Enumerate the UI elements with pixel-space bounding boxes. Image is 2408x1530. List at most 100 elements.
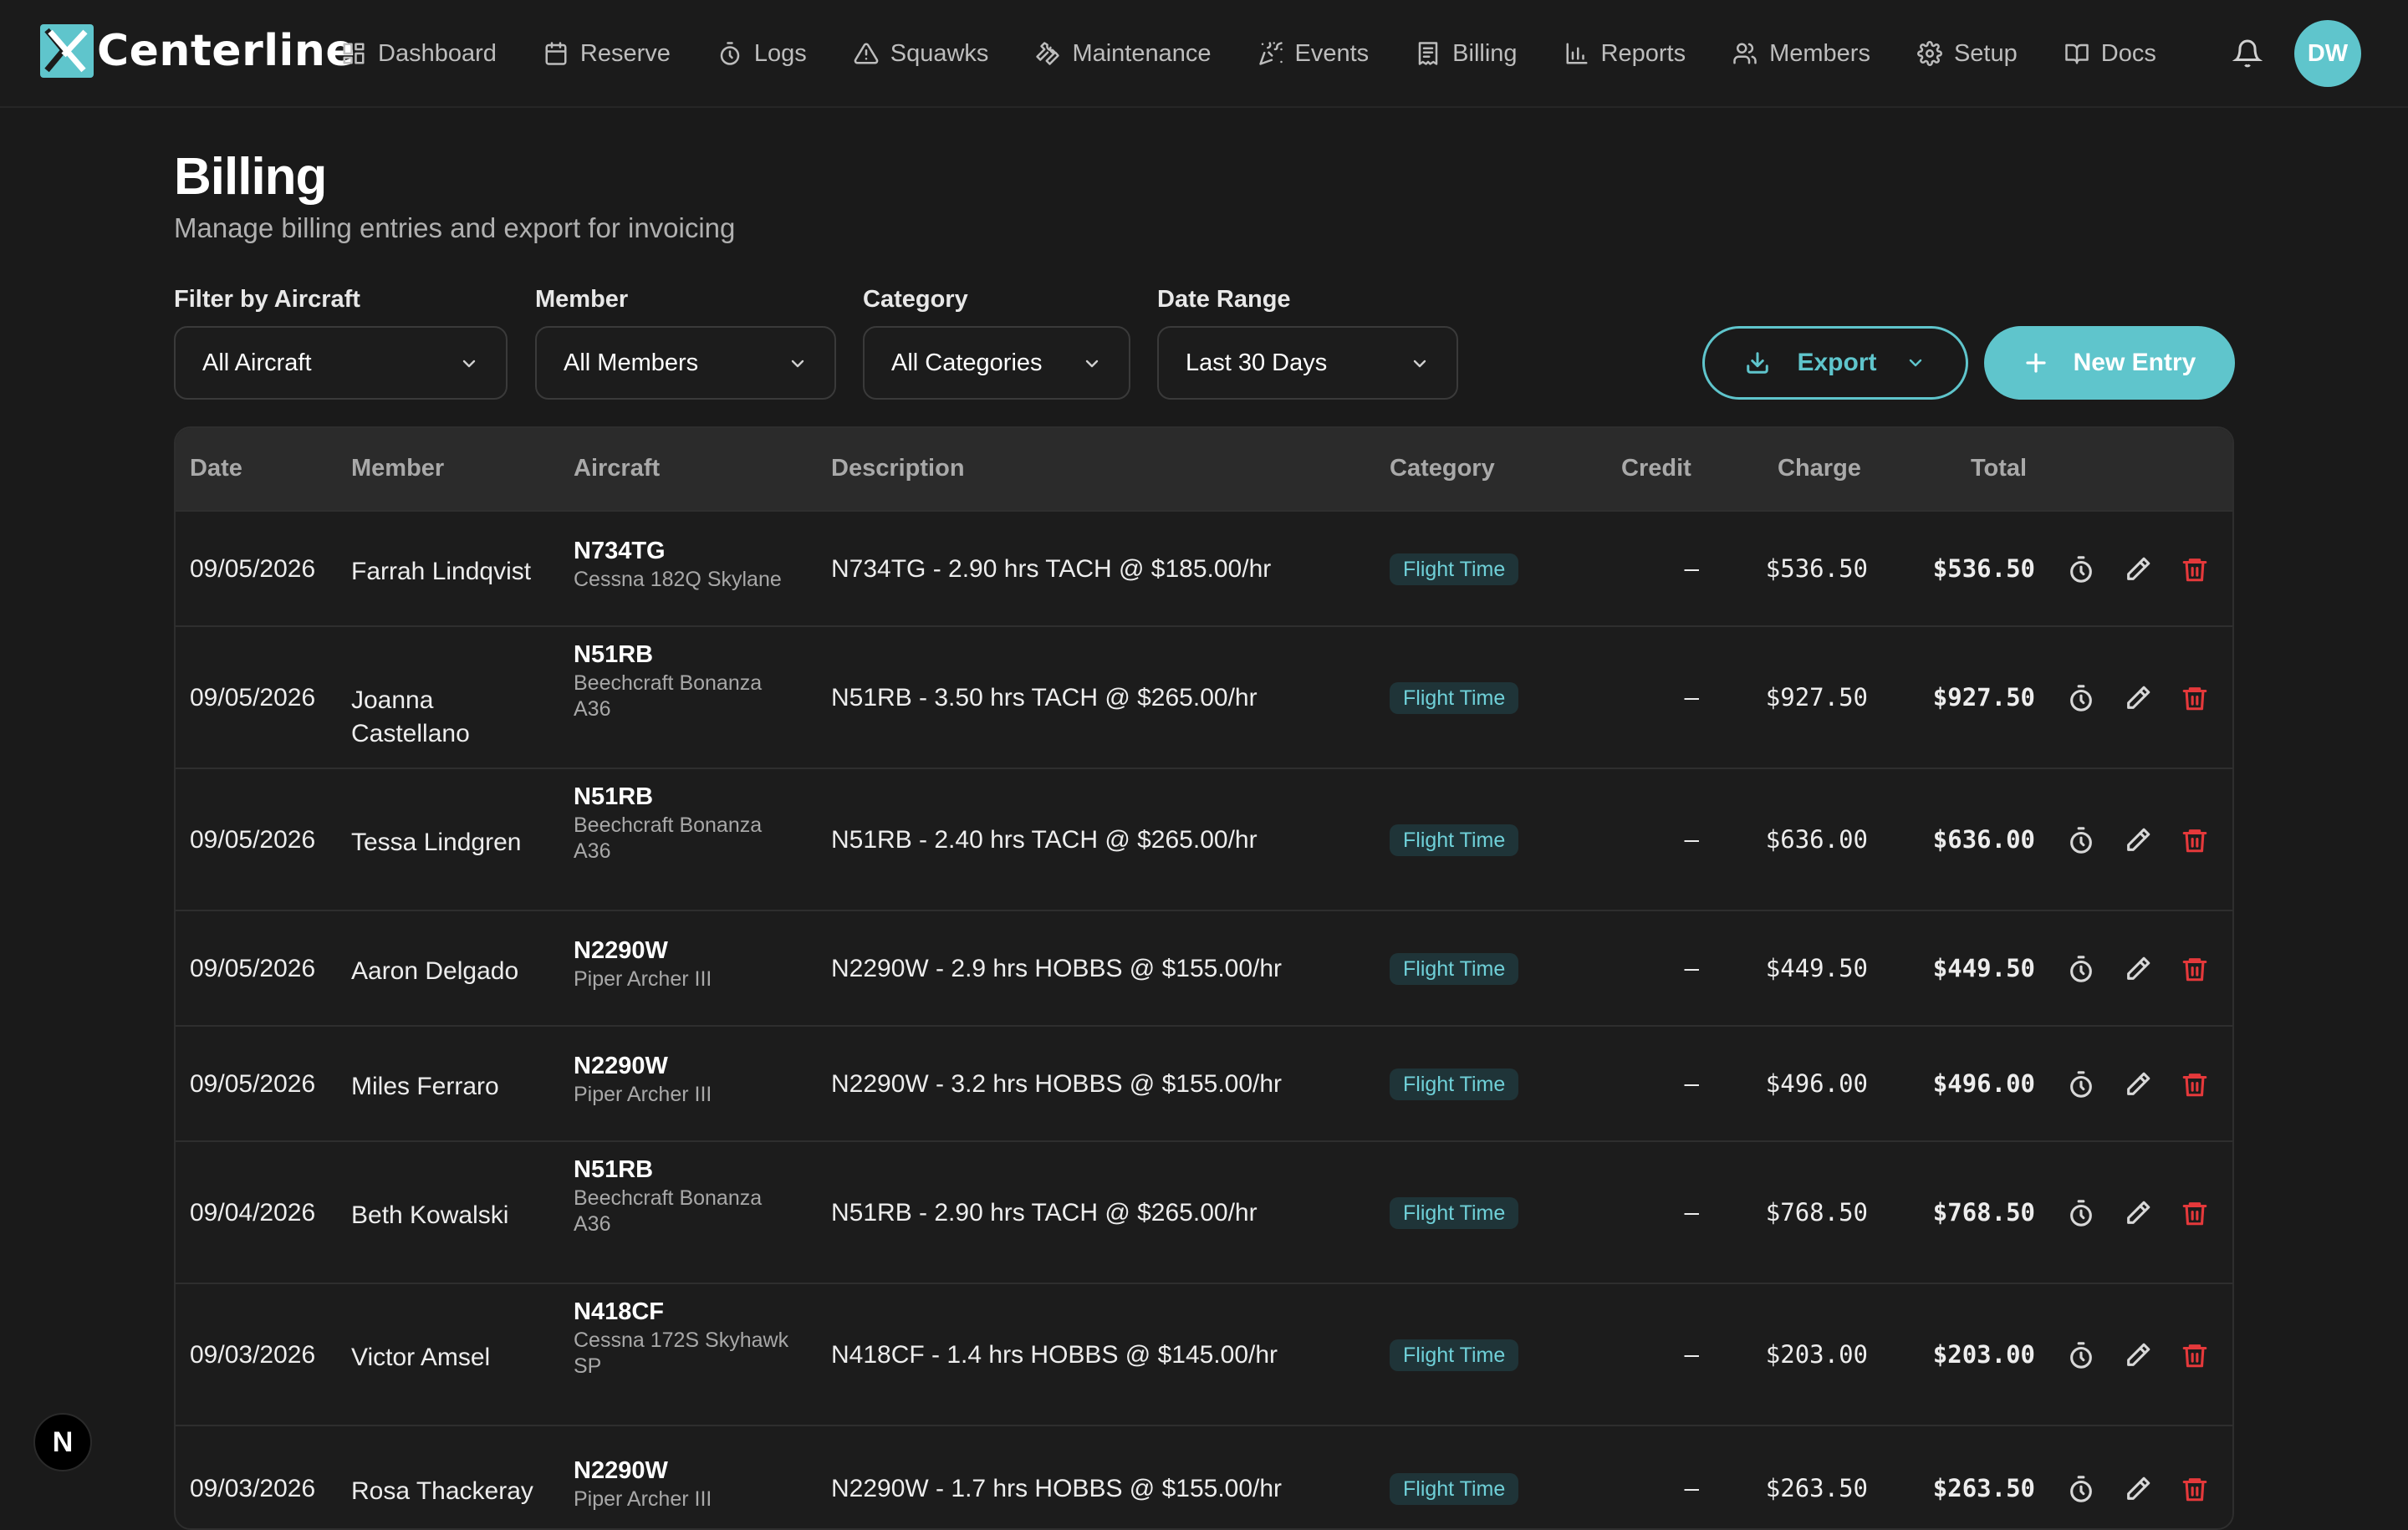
row-total: $636.00	[1932, 825, 2035, 854]
row-aircraft: N2290W Piper Archer III	[574, 1457, 799, 1512]
edit-button[interactable]	[2124, 1341, 2152, 1369]
nav-billing[interactable]: Billing	[1416, 27, 1518, 80]
timer-button[interactable]	[2067, 955, 2095, 983]
date-range-select[interactable]: Last 30 Days	[1157, 326, 1458, 400]
col-member[interactable]: Member	[351, 455, 444, 482]
aircraft-registration: N2290W	[574, 937, 668, 964]
edit-button[interactable]	[2124, 1199, 2152, 1227]
brand-logo[interactable]: Centerline	[38, 22, 355, 80]
delete-button[interactable]	[2181, 1341, 2209, 1369]
category-badge: Flight Time	[1390, 1339, 1519, 1371]
bell-icon	[2232, 39, 2263, 68]
aircraft-model: Piper Archer III	[574, 967, 712, 991]
row-description: N51RB - 3.50 hrs TACH @ $265.00/hr	[831, 684, 1258, 711]
table-row[interactable]: 09/05/2026 Miles Ferraro N2290W Piper Arche…	[176, 1025, 2232, 1140]
timer-button[interactable]	[2067, 684, 2095, 712]
row-member: Joanna Castellano	[351, 686, 470, 747]
delete-button[interactable]	[2181, 1475, 2209, 1503]
dashboard-icon	[343, 43, 365, 64]
col-category[interactable]: Category	[1390, 455, 1495, 482]
col-charge[interactable]: Charge	[1778, 455, 1861, 482]
nav-reserve[interactable]: Reserve	[543, 27, 671, 80]
nav-reports[interactable]: Reports	[1564, 27, 1686, 80]
aircraft-registration: N418CF	[574, 1298, 664, 1325]
table-row[interactable]: 09/03/2026 Victor Amsel N418CF Cessna 172S …	[176, 1283, 2232, 1425]
notifications-button[interactable]	[2232, 38, 2263, 69]
row-credit: –	[1684, 954, 1699, 982]
logo-mark-icon	[40, 24, 94, 78]
edit-button[interactable]	[2124, 826, 2152, 854]
category-filter-select[interactable]: All Categories	[863, 326, 1130, 400]
member-filter-select[interactable]: All Members	[535, 326, 836, 400]
row-description: N418CF - 1.4 hrs HOBBS @ $145.00/hr	[831, 1341, 1278, 1369]
wrench-icon	[1036, 42, 1060, 65]
col-date[interactable]: Date	[190, 455, 242, 482]
edit-icon	[2127, 1343, 2150, 1366]
category-badge: Flight Time	[1390, 682, 1519, 714]
row-charge: $263.50	[1765, 1474, 1868, 1502]
row-description: N734TG - 2.90 hrs TACH @ $185.00/hr	[831, 555, 1272, 583]
nav-logs[interactable]: Logs	[717, 27, 807, 80]
row-credit: –	[1684, 1474, 1699, 1502]
nav-events[interactable]: Events	[1258, 27, 1369, 80]
delete-button[interactable]	[2181, 1070, 2209, 1099]
nav-maintenance[interactable]: Maintenance	[1035, 27, 1212, 80]
row-credit: –	[1684, 683, 1699, 711]
row-aircraft: N2290W Piper Archer III	[574, 937, 799, 992]
timer-button[interactable]	[2067, 1199, 2095, 1227]
export-button[interactable]: Export	[1702, 326, 1968, 400]
timer-button[interactable]	[2067, 555, 2095, 584]
timer-button[interactable]	[2067, 826, 2095, 854]
timer-button[interactable]	[2067, 1475, 2095, 1503]
edit-button[interactable]	[2124, 1475, 2152, 1503]
table-row[interactable]: 09/03/2026 Rosa Thackeray N2290W Piper Arch…	[176, 1425, 2232, 1528]
col-total[interactable]: Total	[1971, 455, 2027, 482]
row-date: 09/03/2026	[190, 1475, 316, 1502]
aircraft-model: Piper Archer III	[574, 1083, 712, 1106]
row-member: Victor Amsel	[351, 1344, 491, 1371]
nav-dashboard[interactable]: Dashboard	[341, 27, 497, 80]
row-aircraft: N51RB Beechcraft Bonanza A36	[574, 641, 799, 722]
timer-button[interactable]	[2067, 1070, 2095, 1099]
edit-button[interactable]	[2124, 684, 2152, 712]
delete-button[interactable]	[2181, 684, 2209, 712]
chevron-down-icon	[1909, 359, 1921, 367]
timer-icon	[2070, 556, 2092, 583]
nav-setup[interactable]: Setup	[1916, 27, 2018, 80]
col-description[interactable]: Description	[831, 455, 965, 482]
edit-button[interactable]	[2124, 955, 2152, 983]
aircraft-model: Cessna 172S Skyhawk SP	[574, 1329, 789, 1378]
delete-button[interactable]	[2181, 1199, 2209, 1227]
table-row[interactable]: 09/05/2026 Tessa Lindgren N51RB Beechcraft …	[176, 768, 2232, 910]
timer-button[interactable]	[2067, 1341, 2095, 1369]
edit-icon	[2127, 828, 2150, 851]
new-entry-button[interactable]: New Entry	[1984, 326, 2235, 400]
col-credit[interactable]: Credit	[1621, 455, 1691, 482]
delete-button[interactable]	[2181, 555, 2209, 584]
row-total: $263.50	[1932, 1474, 2035, 1502]
aircraft-registration: N2290W	[574, 1457, 668, 1484]
table-row[interactable]: 09/05/2026 Joanna Castellano N51RB Beechcra…	[176, 625, 2232, 768]
col-aircraft[interactable]: Aircraft	[574, 455, 660, 482]
chevron-down-icon	[1082, 353, 1102, 373]
nav-docs[interactable]: Docs	[2064, 27, 2156, 80]
row-charge: $203.00	[1765, 1340, 1868, 1369]
warning-icon	[854, 43, 879, 64]
table-row[interactable]: 09/04/2026 Beth Kowalski N51RB Beechcraft B…	[176, 1140, 2232, 1283]
table-row[interactable]: 09/05/2026 Aaron Delgado N2290W Piper Arche…	[176, 910, 2232, 1025]
edit-button[interactable]	[2124, 1070, 2152, 1099]
top-nav: Centerline Dashboard Reserve Logs Squawk…	[0, 0, 2408, 108]
nav-members[interactable]: Members	[1732, 27, 1870, 80]
edit-icon	[2127, 1201, 2150, 1224]
aircraft-filter-select[interactable]: All Aircraft	[174, 326, 508, 400]
delete-button[interactable]	[2181, 826, 2209, 854]
category-badge: Flight Time	[1390, 1197, 1519, 1229]
table-row[interactable]: 09/05/2026 Farrah Lindqvist N734TG Cessna 1…	[176, 510, 2232, 625]
nav-squawks[interactable]: Squawks	[854, 27, 988, 80]
dev-indicator[interactable]: N	[33, 1413, 92, 1471]
timer-icon	[2070, 1342, 2092, 1369]
delete-button[interactable]	[2181, 955, 2209, 983]
user-avatar[interactable]: DW	[2294, 20, 2361, 87]
edit-button[interactable]	[2124, 555, 2152, 584]
row-member: Rosa Thackeray	[351, 1477, 533, 1505]
